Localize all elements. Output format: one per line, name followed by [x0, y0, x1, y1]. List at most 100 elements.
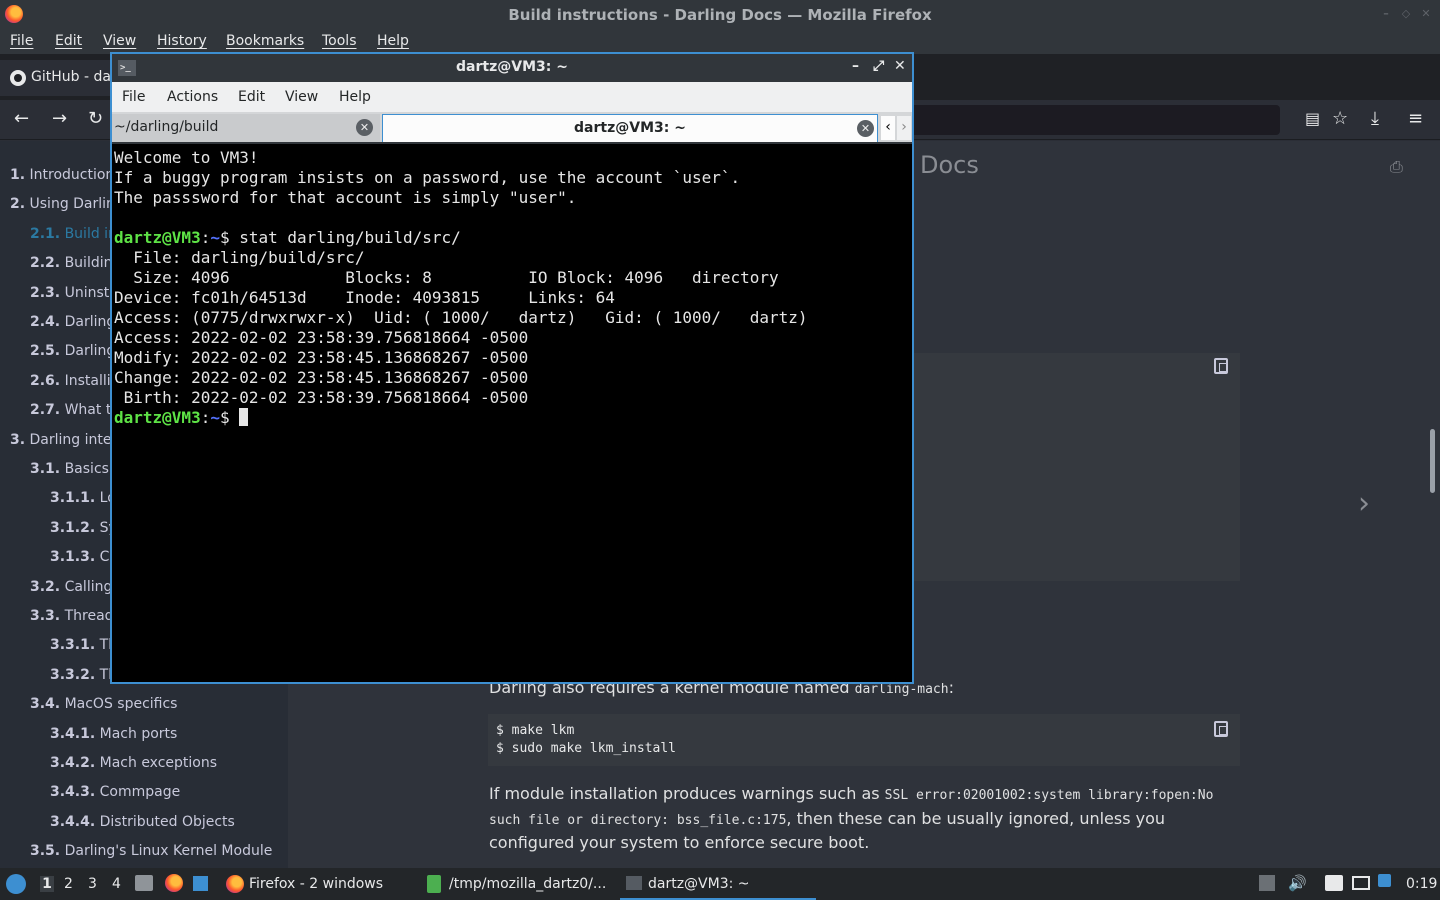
- clock[interactable]: 0:19: [1406, 876, 1437, 892]
- clipboard-icon[interactable]: [1325, 875, 1343, 891]
- menu-tools[interactable]: Tools: [322, 33, 357, 49]
- sidebar-item[interactable]: 1. Introduction: [10, 167, 114, 183]
- motd-line: Welcome to VM3!: [114, 148, 259, 167]
- sidebar-item[interactable]: 3.4.4. Distributed Objects: [50, 814, 235, 830]
- bookmark-star-icon[interactable]: ☆: [1332, 108, 1348, 130]
- next-chapter-icon[interactable]: ›: [1358, 486, 1370, 521]
- sidebar-item[interactable]: 3.4.2. Mach exceptions: [50, 755, 217, 771]
- sidebar-item-number: 2.6.: [30, 372, 61, 389]
- terminal-tab-home[interactable]: dartz@VM3: ~ ✕: [382, 114, 878, 142]
- copy-icon[interactable]: [1214, 358, 1228, 374]
- close-tab-icon[interactable]: ✕: [857, 120, 874, 137]
- firefox-icon: [226, 875, 244, 893]
- sidebar-item[interactable]: 2.4. Darling: [30, 314, 115, 330]
- output-line: Modify: 2022-02-02 23:58:45.136868267 -0…: [114, 348, 529, 367]
- notification-icon[interactable]: [1378, 874, 1391, 887]
- back-icon[interactable]: ←: [14, 108, 29, 130]
- forward-icon[interactable]: →: [52, 108, 67, 130]
- sidebar-item[interactable]: 2.2. Building: [30, 255, 121, 271]
- scrollbar-thumb[interactable]: [1430, 429, 1435, 493]
- task-label: dartz@VM3: ~: [648, 876, 750, 892]
- tab-scroll-right-icon[interactable]: ›: [897, 116, 911, 140]
- motd-line: If a buggy program insists on a password…: [114, 168, 741, 187]
- minimize-icon[interactable]: –: [1380, 8, 1392, 20]
- minimize-icon[interactable]: –: [852, 58, 859, 74]
- sidebar-item[interactable]: 2.3. Uninstal: [30, 285, 122, 301]
- menu-file[interactable]: File: [10, 33, 33, 49]
- task-terminal[interactable]: dartz@VM3: ~: [620, 868, 816, 900]
- reload-icon[interactable]: ↻: [88, 108, 103, 130]
- menu-history[interactable]: History: [157, 33, 207, 49]
- terminal-tabbar: ~/darling/build ✕ dartz@VM3: ~ ✕ ‹ ›: [112, 112, 912, 142]
- motd-line: The passsword for that account is simply…: [114, 188, 577, 207]
- sidebar-item[interactable]: 2. Using Darling: [10, 196, 124, 212]
- task-firefox[interactable]: Firefox - 2 windows: [220, 868, 415, 900]
- close-icon[interactable]: ✕: [894, 58, 906, 74]
- menu-edit[interactable]: Edit: [55, 33, 82, 49]
- sidebar-item[interactable]: 3.4.3. Commpage: [50, 784, 180, 800]
- hamburger-menu-icon[interactable]: ≡: [1408, 108, 1423, 130]
- term-menu-file[interactable]: File: [122, 89, 145, 105]
- sidebar-item[interactable]: 2.6. Installin: [30, 373, 119, 389]
- desktop-2[interactable]: 2: [64, 876, 73, 892]
- sidebar-item-number: 2.4.: [30, 314, 61, 330]
- code-block-lkm: $ make lkm $ sudo make lkm_install: [488, 714, 1240, 766]
- maximize-icon[interactable]: ⤢: [873, 58, 884, 74]
- task-label: /tmp/mozilla_dartz0/...: [449, 876, 607, 892]
- sidebar-item[interactable]: 2.7. What to: [30, 402, 120, 418]
- sidebar-item-label: Commpage: [99, 784, 181, 801]
- term-menu-edit[interactable]: Edit: [238, 89, 265, 105]
- sidebar-item-label: MacOS specifics: [64, 696, 178, 713]
- firefox-launcher-icon[interactable]: [165, 874, 183, 892]
- term-menu-view[interactable]: View: [285, 89, 318, 105]
- sidebar-item[interactable]: 3.1.3. Co: [50, 549, 118, 565]
- prompt-path: ~: [210, 408, 220, 427]
- copy-icon[interactable]: [1214, 721, 1228, 737]
- menu-help[interactable]: Help: [377, 33, 409, 49]
- terminal-window[interactable]: >_ dartz@VM3: ~ – ⤢ ✕ File Actions Edit …: [110, 52, 914, 684]
- terminal-launcher-icon[interactable]: [193, 876, 208, 891]
- volume-icon[interactable]: 🔊: [1288, 874, 1307, 892]
- sidebar-item[interactable]: 3.4.1. Mach ports: [50, 726, 177, 742]
- task-tmp-folder[interactable]: /tmp/mozilla_dartz0/...: [420, 868, 615, 900]
- print-icon[interactable]: ⎙: [1390, 157, 1403, 177]
- sidebar-item[interactable]: 3.1. Basics: [30, 461, 109, 477]
- desktop-4[interactable]: 4: [112, 876, 121, 892]
- terminal-title: dartz@VM3: ~: [456, 59, 568, 75]
- sidebar-item-number: 3.4.: [30, 696, 61, 713]
- url-bar[interactable]: [880, 105, 1280, 135]
- sidebar-item-number: 3.1.3.: [50, 549, 96, 566]
- sidebar-item-number: 2.2.: [30, 255, 61, 272]
- terminal-output[interactable]: Welcome to VM3! If a buggy program insist…: [112, 144, 912, 682]
- sidebar-item[interactable]: 3. Darling intern: [10, 432, 126, 448]
- file-manager-icon[interactable]: [135, 875, 153, 891]
- menu-bookmarks[interactable]: Bookmarks: [226, 33, 304, 49]
- output-line: File: darling/build/src/: [114, 248, 365, 267]
- sidebar-item-number: 3.1.1.: [50, 490, 96, 507]
- sidebar-item-number: 2.5.: [30, 343, 61, 360]
- app-launcher-icon[interactable]: [6, 874, 26, 894]
- sidebar-item[interactable]: 3.5. Darling's Linux Kernel Module: [30, 843, 272, 859]
- network-icon[interactable]: [1352, 876, 1370, 890]
- sidebar-item[interactable]: 3.4. MacOS specifics: [30, 696, 177, 712]
- close-tab-icon[interactable]: ✕: [356, 119, 373, 136]
- term-menu-actions[interactable]: Actions: [167, 89, 218, 105]
- maximize-icon[interactable]: ◇: [1400, 8, 1412, 20]
- term-menu-help[interactable]: Help: [339, 89, 371, 105]
- firefox-titlebar: Build instructions - Darling Docs — Mozi…: [0, 0, 1440, 30]
- terminal-titlebar[interactable]: >_ dartz@VM3: ~ – ⤢ ✕: [112, 54, 912, 82]
- terminal-tab-build[interactable]: ~/darling/build ✕: [112, 114, 380, 142]
- reader-view-icon[interactable]: ▤: [1305, 108, 1320, 130]
- tray-updates-icon[interactable]: [1259, 875, 1275, 891]
- sidebar-item-number: 3.3.2.: [50, 666, 96, 683]
- tab-scroll-left-icon[interactable]: ‹: [881, 116, 895, 140]
- downloads-icon[interactable]: ⤓: [1371, 108, 1379, 130]
- desktop-1[interactable]: 1: [40, 876, 54, 892]
- desktop-3[interactable]: 3: [88, 876, 97, 892]
- terminal-tab-label: ~/darling/build: [114, 119, 219, 135]
- menu-view[interactable]: View: [103, 33, 136, 49]
- close-icon[interactable]: ✕: [1420, 8, 1432, 20]
- browser-tab-title: GitHub - dar: [31, 69, 117, 85]
- sidebar-item[interactable]: 2.5. Darling: [30, 343, 115, 359]
